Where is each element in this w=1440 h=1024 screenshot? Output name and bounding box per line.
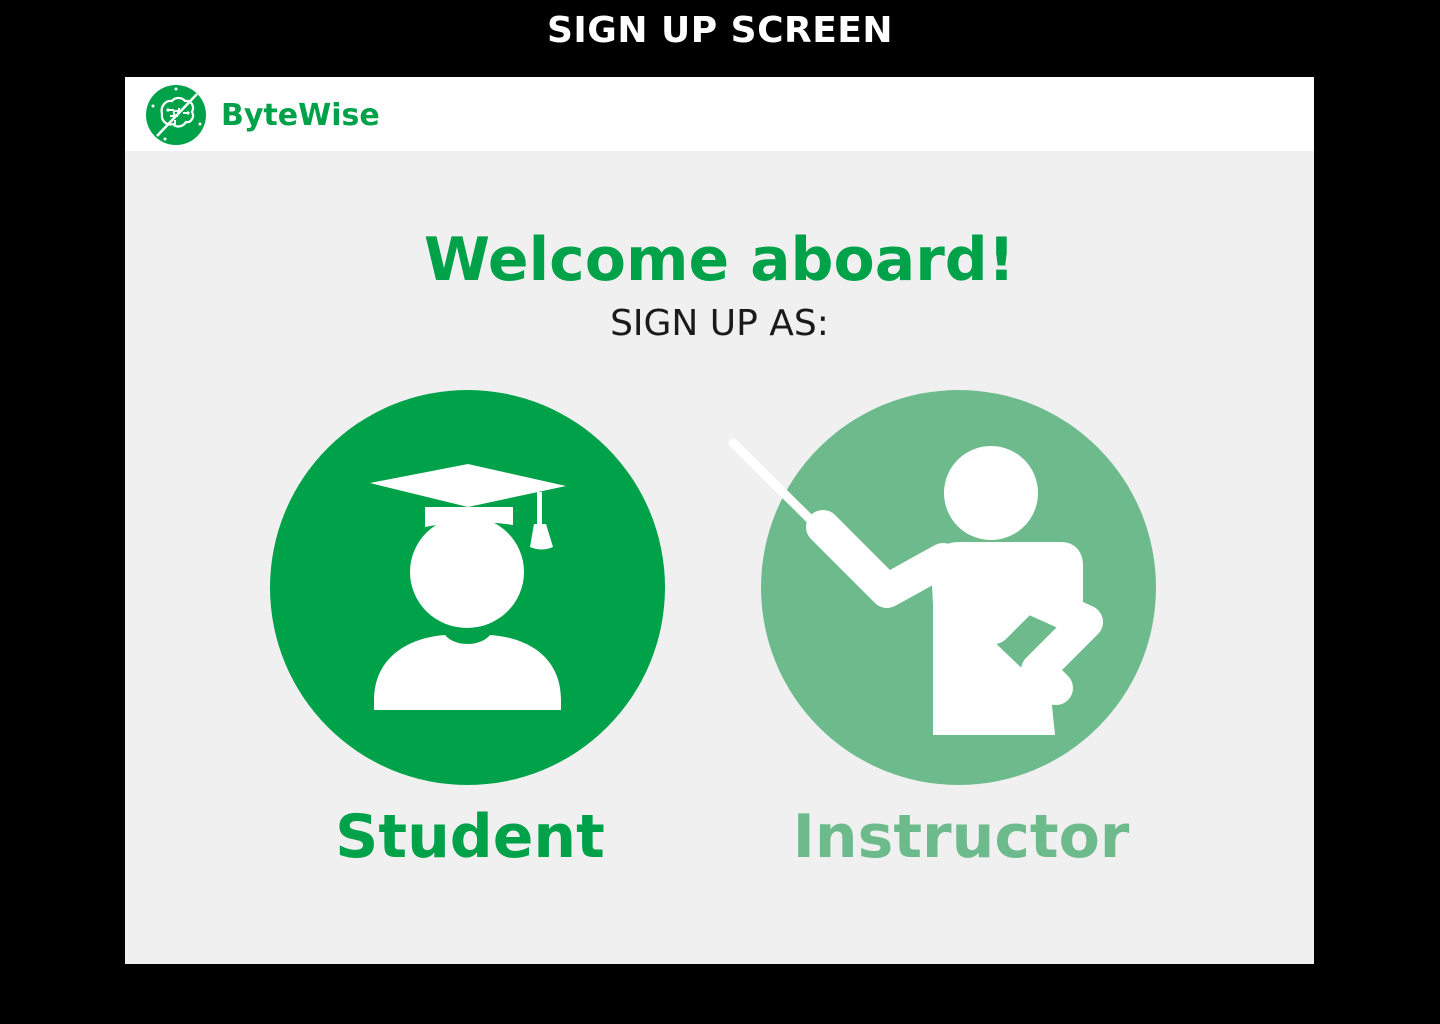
app-window: ByteWise Welcome aboard! SIGN UP AS: Stu… [125, 77, 1314, 964]
graduate-icon [370, 464, 566, 710]
brain-circuit-logo-icon [146, 85, 206, 145]
instructor-role-option[interactable]: Instructor [728, 390, 1171, 890]
student-role-circle[interactable] [270, 390, 665, 785]
instructor-role-label[interactable]: Instructor [751, 802, 1171, 872]
teacher-pointer-icon [728, 438, 1103, 735]
student-role-label[interactable]: Student [260, 802, 680, 872]
top-nav-bar: ByteWise [125, 77, 1314, 151]
instructor-role-circle[interactable] [728, 390, 1156, 785]
welcome-heading: Welcome aboard! [423, 225, 1016, 295]
brand-name: ByteWise [221, 97, 380, 133]
screen-caption: SIGN UP SCREEN [546, 10, 894, 51]
brand-logo-link[interactable]: ByteWise [145, 84, 380, 146]
student-role-option[interactable]: Student [260, 390, 680, 890]
sign-up-as-label: SIGN UP AS: [610, 303, 829, 344]
